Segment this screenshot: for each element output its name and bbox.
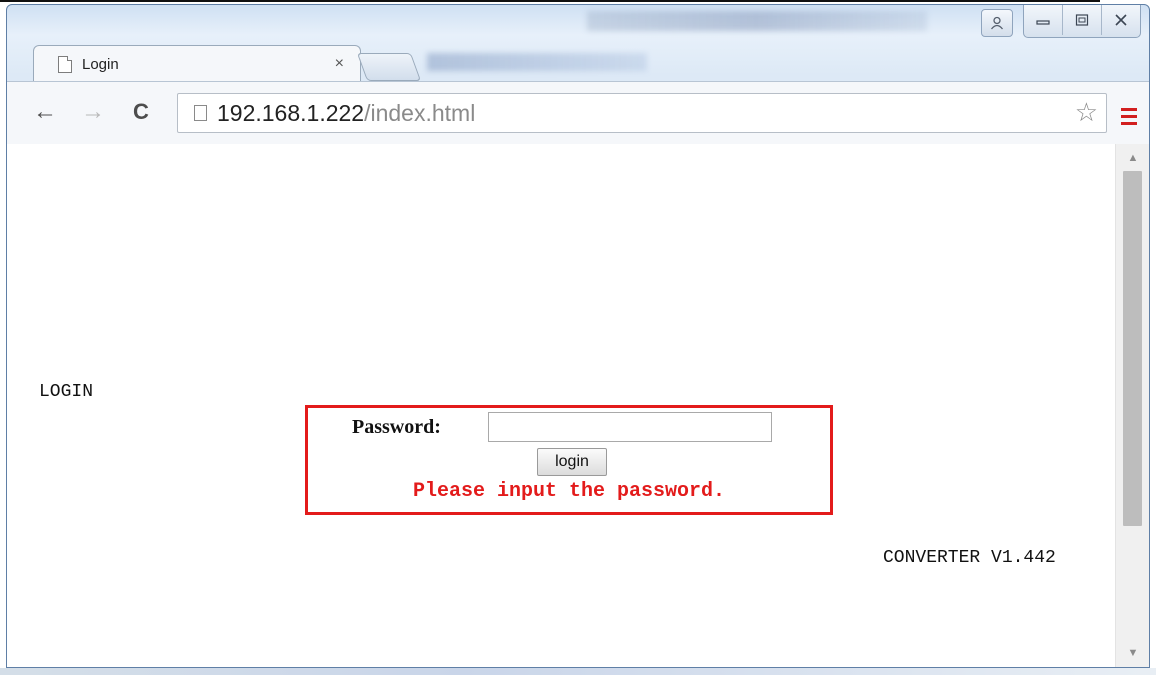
browser-toolbar: ← → C 192.168.1.222/index.html ☆ — [7, 81, 1149, 145]
scroll-up-arrow-icon[interactable]: ▲ — [1116, 152, 1149, 164]
version-label: CONVERTER V1.442 — [883, 548, 1056, 568]
password-label: Password: — [352, 416, 441, 438]
scrollbar-thumb[interactable] — [1123, 171, 1142, 526]
maximize-icon[interactable] — [1062, 5, 1101, 35]
back-icon[interactable]: ← — [33, 98, 57, 126]
vertical-scrollbar[interactable]: ▲ ▼ — [1115, 144, 1149, 667]
login-button[interactable]: login — [537, 448, 607, 476]
minimize-icon[interactable] — [1024, 5, 1062, 35]
new-tab-button[interactable] — [356, 53, 422, 81]
browser-window: Login × ← → C 192.168.1.222/index.html ☆… — [6, 4, 1150, 668]
forward-icon[interactable]: → — [81, 98, 105, 126]
page-viewport: LOGIN Password: login Please input the p… — [7, 144, 1115, 667]
error-message: Please input the password. — [412, 480, 726, 503]
page-heading: LOGIN — [39, 382, 94, 402]
scroll-down-arrow-icon[interactable]: ▼ — [1116, 647, 1149, 659]
page-icon — [58, 55, 72, 73]
url-host: 192.168.1.222 — [217, 99, 365, 126]
blurred-background-titlebar — [587, 11, 927, 31]
window-caption-buttons — [981, 5, 1141, 41]
page-icon — [194, 105, 207, 121]
bookmark-star-icon[interactable]: ☆ — [1075, 97, 1098, 128]
tab-close-icon[interactable]: × — [335, 55, 344, 73]
blurred-taskbar — [0, 668, 1156, 675]
window-controls — [1023, 5, 1141, 38]
password-input[interactable] — [488, 412, 772, 442]
reload-icon[interactable]: C — [133, 98, 149, 126]
blurred-background-tabs — [427, 53, 647, 71]
menu-icon[interactable] — [1121, 108, 1137, 129]
close-window-icon[interactable] — [1101, 5, 1140, 35]
user-profile-icon[interactable] — [981, 9, 1013, 37]
tab-login[interactable]: Login × — [33, 45, 361, 82]
tab-title: Login — [82, 55, 119, 73]
top-border-line — [0, 0, 1100, 2]
address-bar[interactable]: 192.168.1.222/index.html ☆ — [177, 93, 1107, 133]
login-form: Password: login Please input the passwor… — [305, 405, 833, 515]
url-text: 192.168.1.222/index.html — [217, 100, 475, 127]
url-path: /index.html — [364, 99, 476, 126]
